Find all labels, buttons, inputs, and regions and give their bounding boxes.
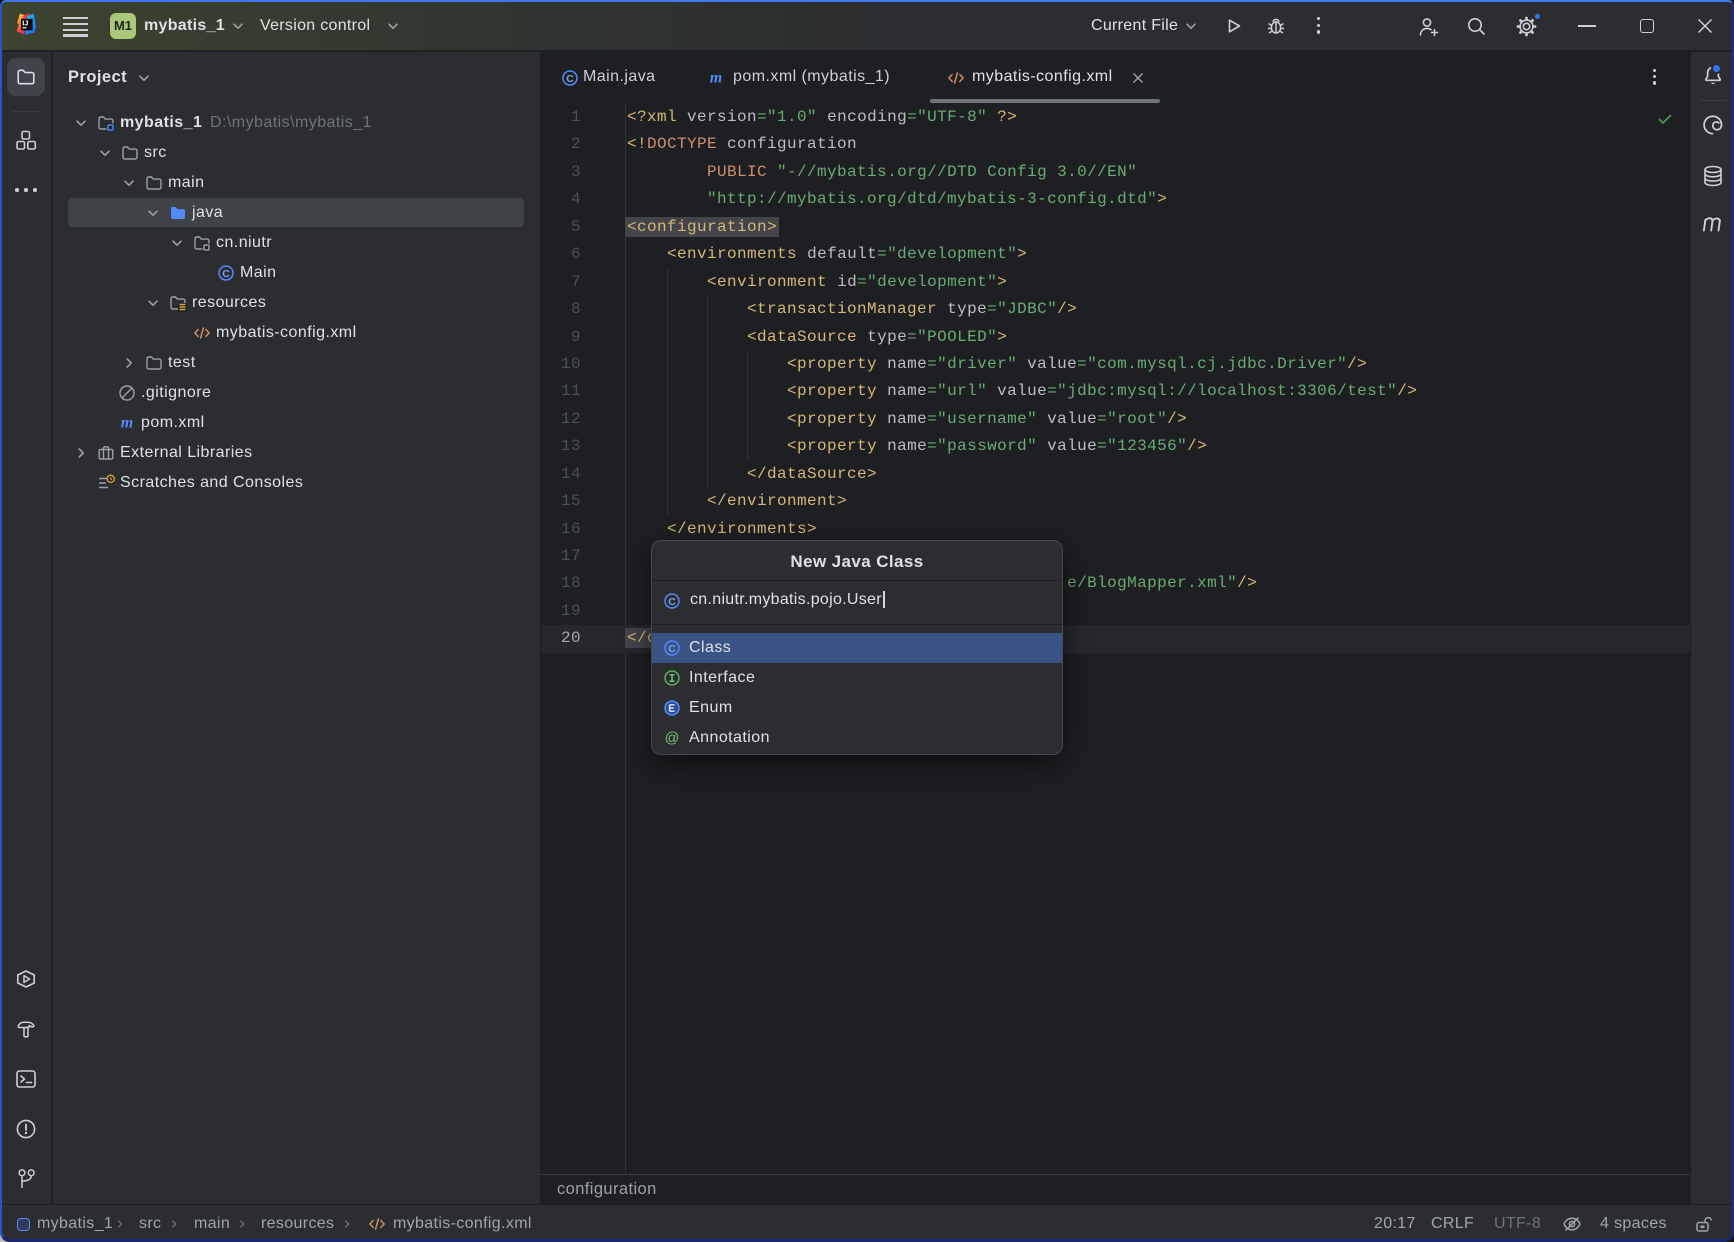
svg-text:IJ: IJ <box>22 19 28 28</box>
